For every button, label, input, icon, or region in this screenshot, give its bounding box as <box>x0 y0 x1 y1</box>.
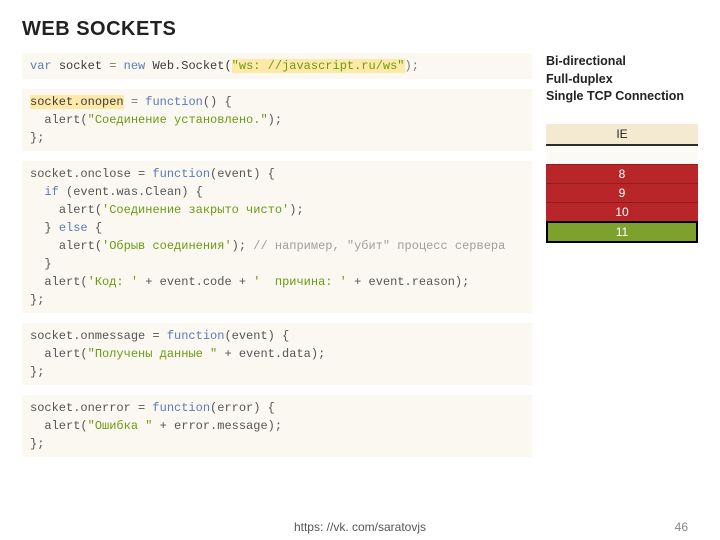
op-eq: = <box>102 59 124 73</box>
content-row: var socket = new Web.Socket("ws: //javas… <box>22 53 698 467</box>
bullet-item: Full-duplex <box>546 71 698 89</box>
feature-bullets: Bi-directional Full-duplex Single TCP Co… <box>546 53 698 106</box>
code-block-onmessage: socket.onmessage = function(event) { ale… <box>22 323 532 385</box>
code-comment: // например, "убит" процесс сервера <box>253 239 505 253</box>
ident-socket: socket <box>59 59 102 73</box>
kw-if: if <box>44 185 58 199</box>
side-column: Bi-directional Full-duplex Single TCP Co… <box>546 53 698 467</box>
str-connected: "Соединение установлено." <box>88 113 268 127</box>
bullet-item: Bi-directional <box>546 53 698 71</box>
code-block-onclose: socket.onclose = function(event) { if (e… <box>22 161 532 313</box>
support-row: 9 <box>546 183 698 202</box>
lhs: socket. <box>30 95 80 109</box>
kw-else: else <box>59 221 88 235</box>
ctor-call: Web.Socket( <box>145 59 231 73</box>
support-blank-row <box>546 146 698 164</box>
support-row: 10 <box>546 202 698 221</box>
kw-var: var <box>30 59 52 73</box>
code-block-constructor: var socket = new Web.Socket("ws: //javas… <box>22 53 532 79</box>
code-block-onopen: socket.onopen = function() { alert("Соед… <box>22 89 532 151</box>
footer-link: https: //vk. com/saratovjs <box>0 520 720 534</box>
slide-title: WEB SOCKETS <box>22 18 698 41</box>
ctor-end: ); <box>405 59 419 73</box>
prop-onopen: onopen <box>80 95 123 109</box>
kw-new: new <box>124 59 146 73</box>
browser-support-table: IE 8 9 10 11 <box>546 124 698 243</box>
bullet-item: Single TCP Connection <box>546 88 698 106</box>
kw-function: function <box>145 95 203 109</box>
support-row: 8 <box>546 164 698 183</box>
slide: WEB SOCKETS var socket = new Web.Socket(… <box>0 0 720 540</box>
code-column: var socket = new Web.Socket("ws: //javas… <box>22 53 532 467</box>
code-block-onerror: socket.onerror = function(error) { alert… <box>22 395 532 457</box>
support-header: IE <box>546 124 698 146</box>
str-url: "ws: //javascript.ru/ws" <box>232 59 405 73</box>
page-number: 46 <box>675 520 688 534</box>
support-row-supported: 11 <box>546 221 698 243</box>
